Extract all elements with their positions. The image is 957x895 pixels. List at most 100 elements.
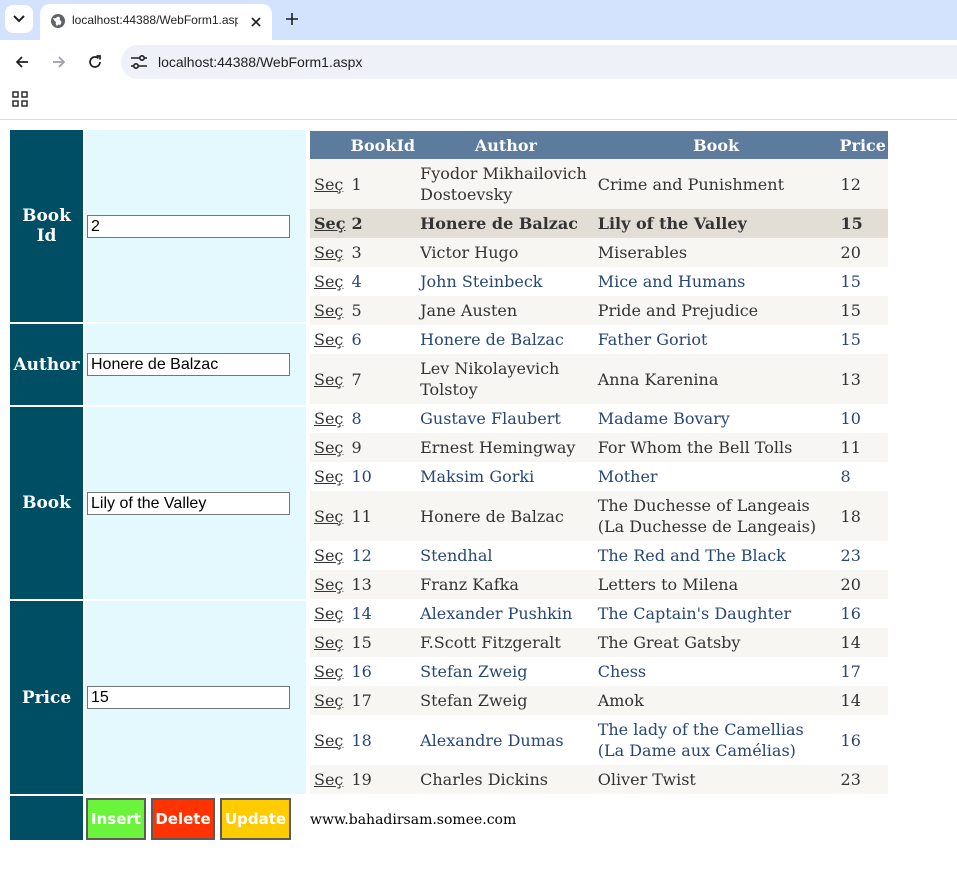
book-id-input[interactable]: 2 <box>87 214 290 238</box>
table-row: Seç 3 Victor Hugo Miserables 20 <box>310 238 888 267</box>
table-row: Seç 4 John Steinbeck Mice and Humans 15 <box>310 267 888 296</box>
select-link[interactable]: Seç <box>314 467 343 486</box>
select-link[interactable]: Seç <box>314 301 343 320</box>
footer-site-text: www.bahadirsam.somee.com <box>310 812 517 828</box>
apps-grid-icon[interactable] <box>12 91 28 107</box>
select-link[interactable]: Seç <box>314 409 343 428</box>
cell-price: 11 <box>837 433 888 462</box>
cell-bookid: 19 <box>348 765 418 794</box>
cell-author: Franz Kafka <box>417 570 595 599</box>
select-link[interactable]: Seç <box>314 662 343 681</box>
cell-author: Honere de Balzac <box>417 491 595 541</box>
address-bar[interactable]: localhost:44388/WebForm1.aspx <box>121 45 957 79</box>
cell-author: Victor Hugo <box>417 238 595 267</box>
cell-book: The Red and The Black <box>594 541 838 570</box>
header-book: Book <box>594 131 838 159</box>
cell-author: Alexander Pushkin <box>417 599 595 628</box>
select-link[interactable]: Seç <box>314 691 343 710</box>
books-grid: BookId Author Book Price Seç 1 Fyodor Mikh… <box>310 131 888 794</box>
browser-tab[interactable]: localhost:44388/WebForm1.aspx <box>40 4 272 40</box>
cell-book: For Whom the Bell Tolls <box>594 433 838 462</box>
cell-author: Honere de Balzac <box>417 325 595 354</box>
cell-author: Jane Austen <box>417 296 595 325</box>
select-link[interactable]: Seç <box>314 575 343 594</box>
close-icon[interactable] <box>246 12 266 32</box>
cell-author: Stefan Zweig <box>417 686 595 715</box>
cell-price: 16 <box>837 599 888 628</box>
cell-bookid: 10 <box>348 462 418 491</box>
insert-button[interactable]: Insert <box>86 797 146 840</box>
delete-button[interactable]: Delete <box>151 797 215 840</box>
select-link[interactable]: Seç <box>314 214 345 233</box>
cell-book: Crime and Punishment <box>594 159 838 209</box>
select-link[interactable]: Seç <box>314 243 343 262</box>
select-link[interactable]: Seç <box>314 272 343 291</box>
cell-author: Charles Dickins <box>417 765 595 794</box>
select-link[interactable]: Seç <box>314 604 343 623</box>
select-link[interactable]: Seç <box>314 546 343 565</box>
reload-button[interactable] <box>83 50 107 74</box>
header-select <box>310 131 349 159</box>
bookmarks-bar <box>0 84 957 120</box>
cell-price: 15 <box>837 296 888 325</box>
cell-bookid: 4 <box>348 267 418 296</box>
cell-author: Ernest Hemingway <box>417 433 595 462</box>
label-book-id: Book Id <box>10 130 83 322</box>
header-author: Author <box>417 131 595 159</box>
select-link[interactable]: Seç <box>314 633 343 652</box>
cell-bookid: 17 <box>348 686 418 715</box>
table-row: Seç 16 Stefan Zweig Chess 17 <box>310 657 888 686</box>
tab-title: localhost:44388/WebForm1.aspx <box>72 13 238 27</box>
select-link[interactable]: Seç <box>314 370 343 389</box>
cell-price: 20 <box>837 238 888 267</box>
cell-bookid: 8 <box>348 404 418 433</box>
cell-book: Mice and Humans <box>594 267 838 296</box>
back-button[interactable] <box>10 50 34 74</box>
table-row: Seç 6 Honere de Balzac Father Goriot 15 <box>310 325 888 354</box>
globe-icon <box>51 14 65 28</box>
table-row: Seç 12 Stendhal The Red and The Black 23 <box>310 541 888 570</box>
cell-book: Chess <box>594 657 838 686</box>
select-link[interactable]: Seç <box>314 438 343 457</box>
select-link[interactable]: Seç <box>314 770 343 789</box>
cell-bookid: 7 <box>348 354 418 404</box>
label-book: Book <box>10 407 83 599</box>
forward-button[interactable] <box>47 50 71 74</box>
price-input[interactable]: 15 <box>87 686 290 709</box>
browser-toolbar: localhost:44388/WebForm1.aspx <box>0 40 957 84</box>
table-row: Seç 1 Fyodor Mikhailovich Dostoevsky Crime … <box>310 159 888 209</box>
form-row-buttons: Insert Delete Update <box>10 796 306 840</box>
cell-book: The Great Gatsby <box>594 628 838 657</box>
select-link[interactable]: Seç <box>314 175 343 194</box>
cell-book: Pride and Prejudice <box>594 296 838 325</box>
table-row: Seç 13 Franz Kafka Letters to Milena 20 <box>310 570 888 599</box>
cell-book: The lady of the Camellias (La Dame aux C… <box>594 715 838 765</box>
cell-bookid: 2 <box>348 209 418 238</box>
cell-bookid: 18 <box>348 715 418 765</box>
book-input[interactable]: Lily of the Valley <box>87 491 290 515</box>
new-tab-button[interactable] <box>281 8 303 30</box>
cell-book: The Duchesse of Langeais (La Duchesse de… <box>594 491 838 541</box>
cell-price: 15 <box>837 209 888 238</box>
book-form: Book Id 2 Author Honere de Balzac Book L… <box>8 128 308 842</box>
select-link[interactable]: Seç <box>314 507 343 526</box>
chevron-down-icon <box>13 15 25 23</box>
tab-search-button[interactable] <box>5 5 33 33</box>
cell-book: Madame Bovary <box>594 404 838 433</box>
cell-book: Letters to Milena <box>594 570 838 599</box>
header-price: Price <box>837 131 888 159</box>
form-row-author: Author Honere de Balzac <box>10 324 306 405</box>
update-button[interactable]: Update <box>220 797 291 840</box>
cell-author: Maksim Gorki <box>417 462 595 491</box>
cell-bookid: 6 <box>348 325 418 354</box>
cell-price: 17 <box>837 657 888 686</box>
cell-book: Anna Karenina <box>594 354 838 404</box>
cell-book: Father Goriot <box>594 325 838 354</box>
select-link[interactable]: Seç <box>314 731 343 750</box>
cell-price: 23 <box>837 765 888 794</box>
author-input[interactable]: Honere de Balzac <box>87 353 290 376</box>
cell-price: 15 <box>837 267 888 296</box>
table-row: Seç 15 F.Scott Fitzgeralt The Great Gatsby 1… <box>310 628 888 657</box>
site-settings-icon[interactable] <box>129 53 149 71</box>
select-link[interactable]: Seç <box>314 330 343 349</box>
